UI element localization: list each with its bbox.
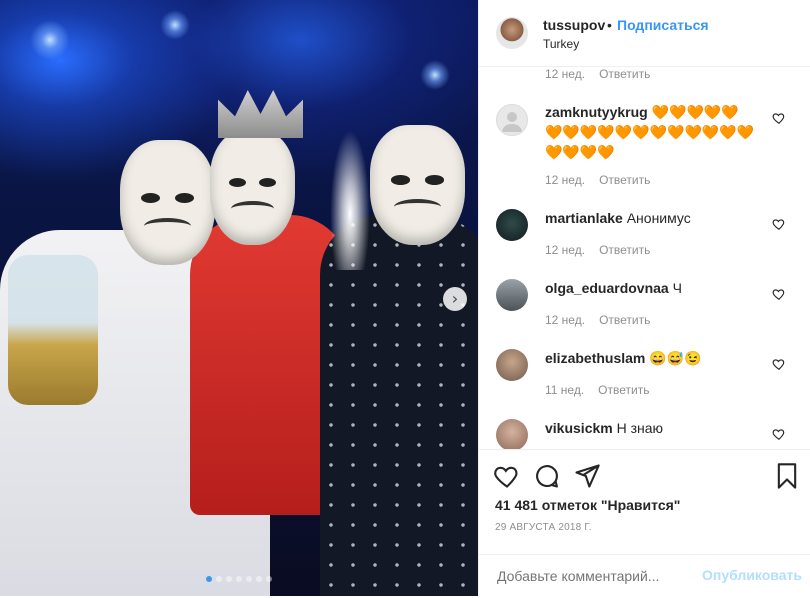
post-header: tussupov • Подписаться Turkey <box>479 0 810 67</box>
comment-body: olga_eduardovnaa Ч <box>545 278 755 298</box>
commenter-avatar[interactable] <box>496 104 528 136</box>
commenter-avatar[interactable] <box>496 209 528 241</box>
post-date[interactable]: 29 АВГУСТА 2018 Г. <box>495 522 592 533</box>
bottle <box>8 255 98 405</box>
person-dark-shirt <box>320 215 478 596</box>
commenter-username[interactable]: olga_eduardovnaa <box>545 280 669 296</box>
carousel-dot <box>236 576 242 582</box>
share-icon[interactable] <box>573 462 601 490</box>
comment-like-icon[interactable] <box>772 111 786 125</box>
comment-text: Ч <box>672 280 682 296</box>
next-slide-button[interactable]: › <box>443 287 467 311</box>
carousel-indicator <box>0 576 478 582</box>
comment-time: 11 нед. <box>545 383 585 397</box>
comment-body: elizabethuslam 😄😅😉 <box>545 348 755 368</box>
post-side-panel: tussupov • Подписаться Turkey 12 нед. Отв… <box>478 0 810 596</box>
reply-button[interactable]: Ответить <box>599 243 650 257</box>
stage-light <box>420 60 450 90</box>
default-avatar-icon <box>502 112 522 132</box>
comment-form: Опубликовать <box>479 554 810 598</box>
comment-body: zamknutyykrug 🧡🧡🧡🧡🧡🧡🧡🧡🧡🧡🧡🧡🧡🧡🧡🧡🧡🧡🧡🧡🧡 <box>545 102 755 162</box>
chevron-right-icon: › <box>451 289 459 308</box>
comment-text: 😄😅😉 <box>649 350 702 366</box>
reply-button[interactable]: Ответить <box>599 67 650 81</box>
comment-body: martianlake Анонимус <box>545 208 755 228</box>
reply-button[interactable]: Ответить <box>598 383 649 397</box>
comment-time: 12 нед. <box>545 243 586 257</box>
carousel-dot <box>246 576 252 582</box>
comment-like-icon[interactable] <box>772 217 786 231</box>
comment-meta: 12 нед. Ответить <box>545 243 650 257</box>
comment-meta: 12 нед. Ответить <box>545 173 650 187</box>
comment-text: Анонимус <box>626 210 691 226</box>
comment-time: 12 нед. <box>545 313 586 327</box>
comment-text: Н знаю <box>616 420 664 436</box>
carousel-dot <box>266 576 272 582</box>
comment-meta: 12 нед. Ответить <box>545 67 650 81</box>
carousel-dot <box>216 576 222 582</box>
carousel-dot-active <box>206 576 212 582</box>
author-username[interactable]: tussupov <box>543 17 605 33</box>
commenter-username[interactable]: martianlake <box>545 210 623 226</box>
comment-like-icon[interactable] <box>772 287 786 301</box>
comments-list[interactable]: 12 нед. Ответить zamknutyykrug 🧡🧡🧡🧡🧡🧡🧡🧡🧡🧡… <box>479 67 810 449</box>
commenter-avatar[interactable] <box>496 419 528 449</box>
stage-light <box>160 10 190 40</box>
comment-like-icon[interactable] <box>772 427 786 441</box>
location-link[interactable]: Turkey <box>543 37 579 51</box>
author-avatar[interactable] <box>496 17 528 49</box>
comment-time: 12 нед. <box>545 67 586 81</box>
mask <box>120 140 215 265</box>
commenter-avatar[interactable] <box>496 349 528 381</box>
follow-button[interactable]: Подписаться <box>617 17 709 33</box>
comment-meta: 11 нед. Ответить <box>545 383 649 397</box>
commenter-username[interactable]: elizabethuslam <box>545 350 645 366</box>
crown <box>218 90 303 138</box>
commenter-username[interactable]: vikusickm <box>545 420 613 436</box>
comment-meta: 12 нед. Ответить <box>545 313 650 327</box>
separator-dot: • <box>607 17 612 33</box>
comment-input[interactable] <box>495 567 699 585</box>
reply-button[interactable]: Ответить <box>599 313 650 327</box>
post-media[interactable]: › <box>0 0 478 596</box>
sparkler <box>330 130 370 270</box>
stage-light <box>30 20 70 60</box>
mask <box>370 125 465 245</box>
comment-body: vikusickm Н знаю <box>545 418 755 438</box>
reply-button[interactable]: Ответить <box>599 173 650 187</box>
commenter-username[interactable]: zamknutyykrug <box>545 104 648 120</box>
carousel-dot <box>226 576 232 582</box>
carousel-dot <box>256 576 262 582</box>
heart-icon[interactable] <box>493 462 521 490</box>
comment-icon[interactable] <box>533 462 561 490</box>
bookmark-icon[interactable] <box>773 462 801 490</box>
comment-time: 12 нед. <box>545 173 586 187</box>
publish-button[interactable]: Опубликовать <box>702 567 802 583</box>
comment-like-icon[interactable] <box>772 357 786 371</box>
likes-count[interactable]: 41 481 отметок "Нравится" <box>495 497 680 513</box>
post-actions: 41 481 отметок "Нравится" 29 АВГУСТА 201… <box>479 449 810 597</box>
mask <box>210 130 295 245</box>
commenter-avatar[interactable] <box>496 279 528 311</box>
